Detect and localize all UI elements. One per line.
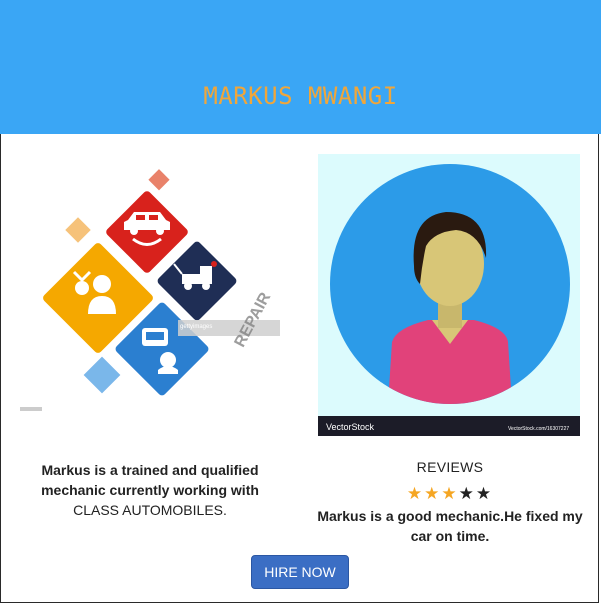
review-line: car on time. (410, 528, 490, 544)
watermark-brand: VectorStock (326, 422, 375, 432)
profile-avatar: VectorStock VectorStock.com/16307227 (318, 154, 580, 436)
header-banner: MARKUS MWANGI (0, 0, 601, 134)
decor-diamond-lightblue (83, 356, 121, 394)
star-rating: ★★★★★ (350, 484, 550, 504)
mechanic-description: Markus is a trained and qualified mechan… (30, 460, 270, 520)
watermark-url: VectorStock.com/16307227 (508, 426, 569, 432)
description-line: CLASS AUTOMOBILES. (73, 502, 227, 518)
description-line: mechanic currently working with (41, 482, 259, 498)
reviews-heading: REVIEWS (416, 459, 484, 475)
repair-text: REPAIR (231, 289, 274, 350)
star-empty-icon: ★ (475, 484, 494, 503)
page-title: MARKUS MWANGI (203, 82, 398, 110)
star-filled-icon: ★ (441, 484, 459, 503)
decor-diamond-peach (65, 217, 91, 243)
corner-mark (20, 407, 42, 411)
description-line: Markus is a trained and qualified (41, 462, 259, 478)
decor-diamond-salmon (148, 169, 170, 191)
mechanic-services-illustration: gettyimages REPAIR (18, 164, 288, 414)
star-filled-icon: ★ (424, 484, 442, 503)
review-line: Markus is a good mechanic.He fixed my (317, 508, 583, 524)
watermark-text: gettyimages (180, 324, 212, 330)
review-text: Markus is a good mechanic.He fixed my ca… (310, 506, 590, 546)
hire-now-button[interactable]: HIRE NOW (251, 555, 349, 589)
star-filled-icon: ★ (406, 484, 425, 503)
star-empty-icon: ★ (458, 484, 476, 503)
